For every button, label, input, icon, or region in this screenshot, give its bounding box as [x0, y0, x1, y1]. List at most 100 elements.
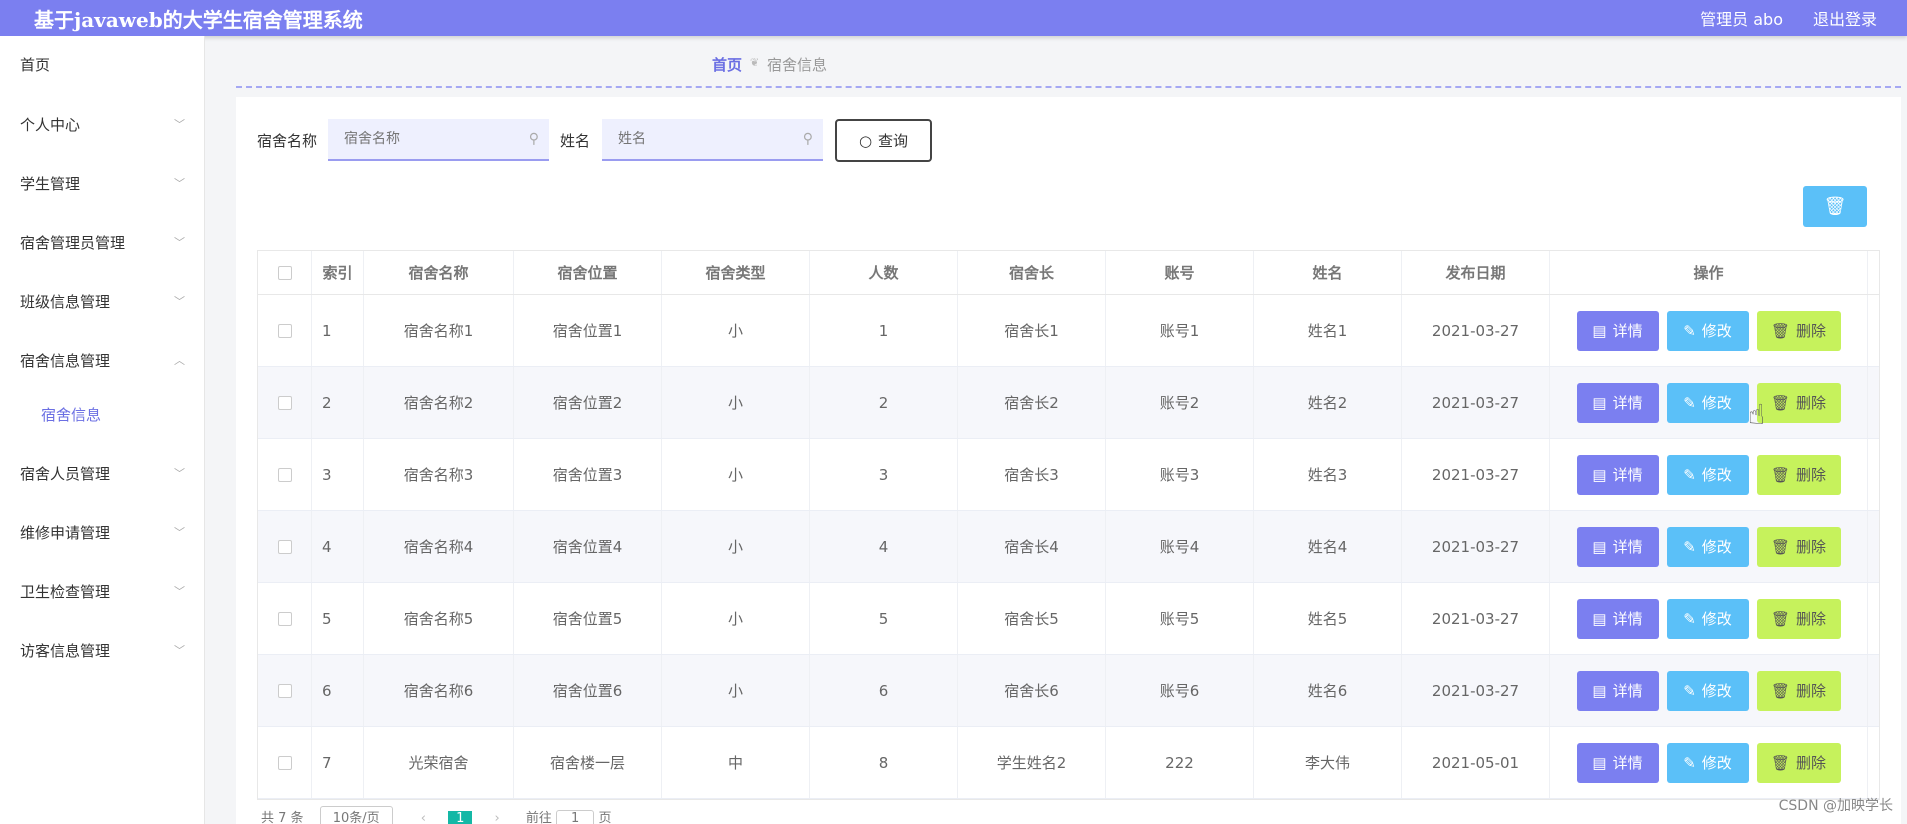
cell-index: 7: [312, 727, 364, 798]
document-icon: ▤: [1592, 754, 1607, 772]
row-select-cell: [258, 655, 312, 726]
sidebar-item-visitors[interactable]: 访客信息管理 ﹀: [20, 640, 185, 664]
delete-button[interactable]: 🗑 删除: [1756, 454, 1841, 495]
next-page-icon[interactable]: ›: [495, 811, 500, 824]
cell-actions: ▤ 详情 ✎ 修改 🗑 删除: [1550, 367, 1868, 438]
sidebar-item-classes[interactable]: 班级信息管理 ﹀: [20, 291, 185, 315]
row-checkbox[interactable]: [277, 395, 292, 410]
chevron-down-icon: ﹀: [174, 526, 185, 539]
detail-button[interactable]: ▤ 详情: [1576, 598, 1659, 639]
cell-index: 2: [312, 367, 364, 438]
goto-input[interactable]: 1: [556, 810, 595, 824]
cell-dorm-location: 宿舍位置6: [514, 655, 662, 726]
select-all-checkbox[interactable]: [277, 265, 292, 280]
detail-button[interactable]: ▤ 详情: [1576, 382, 1659, 423]
logout-link[interactable]: 退出登录: [1813, 6, 1877, 30]
delete-button[interactable]: 🗑 删除: [1756, 670, 1841, 711]
detail-button[interactable]: ▤ 详情: [1576, 526, 1659, 567]
table-row: 3 宿舍名称3 宿舍位置3 小 3 宿舍长3 账号3 姓名3 2021-03-27 ▤ 详情 ✎ 修改 🗑…: [258, 439, 1879, 511]
document-icon: ▤: [1592, 466, 1607, 484]
cell-person: 姓名3: [1254, 439, 1402, 510]
delete-button[interactable]: 🗑 删除: [1756, 382, 1841, 423]
cell-dorm-location: 宿舍位置5: [514, 583, 662, 654]
edit-button-label: 修改: [1701, 539, 1732, 556]
delete-button[interactable]: 🗑 删除: [1756, 526, 1841, 567]
row-checkbox[interactable]: [277, 611, 292, 626]
hand-cursor-icon: ☝: [1748, 398, 1766, 431]
cell-date: 2021-05-01: [1402, 727, 1550, 798]
delete-button-label: 删除: [1796, 467, 1827, 484]
row-checkbox[interactable]: [277, 467, 292, 482]
edit-button[interactable]: ✎ 修改: [1666, 670, 1749, 711]
page-size-select[interactable]: 10条/页: [319, 806, 393, 824]
trash-icon: 🗑: [1770, 682, 1791, 700]
table-body: 1 宿舍名称1 宿舍位置1 小 1 宿舍长1 账号1 姓名1 2021-03-27 ▤ 详情 ✎ 修改 🗑…: [258, 295, 1879, 799]
cell-dorm-type: 小: [662, 295, 810, 366]
detail-button-label: 详情: [1612, 539, 1643, 556]
detail-button[interactable]: ▤ 详情: [1576, 742, 1659, 783]
trash-icon: 🗑: [1770, 754, 1791, 772]
prev-page-icon[interactable]: ‹: [421, 811, 426, 824]
cell-account: 账号3: [1106, 439, 1254, 510]
row-checkbox[interactable]: [277, 323, 292, 338]
row-select-cell: [258, 439, 312, 510]
content-panel: 宿舍名称 ⚲ 姓名 ⚲ ○ 查询 🗑 索引 宿舍名称 宿舍位置 宿舍类型 人数 …: [236, 97, 1901, 824]
sidebar-item-repairs[interactable]: 维修申请管理 ﹀: [20, 522, 185, 546]
search-name-input[interactable]: [328, 119, 549, 159]
batch-delete-button[interactable]: 🗑: [1803, 186, 1867, 227]
pencil-icon: ✎: [1683, 466, 1696, 484]
cell-count: 5: [810, 583, 958, 654]
cell-person: 姓名2: [1254, 367, 1402, 438]
cell-leader: 学生姓名2: [958, 727, 1106, 798]
current-user: 管理员 abo: [1700, 10, 1783, 29]
cell-leader: 宿舍长3: [958, 439, 1106, 510]
pencil-icon: ✎: [1683, 754, 1696, 772]
col-header: 账号: [1106, 251, 1254, 294]
cell-actions: ▤ 详情 ✎ 修改 🗑 删除: [1550, 655, 1868, 726]
goto-label: 前往: [525, 811, 552, 824]
search-person-input[interactable]: [602, 119, 823, 159]
sidebar-item-dorm-info[interactable]: 宿舍信息管理 ︿: [20, 350, 185, 374]
submenu-item-dorm-info[interactable]: 宿舍信息: [41, 404, 101, 425]
page-number-current[interactable]: 1: [448, 811, 473, 824]
edit-button[interactable]: ✎ 修改: [1666, 526, 1749, 567]
breadcrumb-home[interactable]: 首页: [712, 54, 742, 75]
cell-dorm-name: 宿舍名称5: [364, 583, 514, 654]
col-header: 人数: [810, 251, 958, 294]
sidebar-item-label: 个人中心: [20, 116, 81, 134]
edit-button[interactable]: ✎ 修改: [1666, 742, 1749, 783]
table-row: 7 光荣宿舍 宿舍楼一层中 8 学生姓名2 222 李大伟 2021-05-01 ▤ 详情 ✎ 修改 🗑…: [258, 727, 1879, 799]
detail-button[interactable]: ▤ 详情: [1576, 670, 1659, 711]
cell-dorm-location: 宿舍位置2: [514, 367, 662, 438]
edit-button[interactable]: ✎ 修改: [1666, 310, 1749, 351]
row-select-cell: [258, 727, 312, 798]
cell-count: 2: [810, 367, 958, 438]
cell-account: 账号2: [1106, 367, 1254, 438]
sidebar-item-hygiene[interactable]: 卫生检查管理 ﹀: [20, 581, 185, 605]
pencil-icon: ✎: [1683, 682, 1696, 700]
cell-account: 222: [1106, 727, 1254, 798]
edit-button[interactable]: ✎ 修改: [1666, 454, 1749, 495]
detail-button[interactable]: ▤ 详情: [1576, 310, 1659, 351]
row-checkbox[interactable]: [277, 755, 292, 770]
cell-person: 姓名1: [1254, 295, 1402, 366]
table-row: 5 宿舍名称5 宿舍位置5 小 5 宿舍长5 账号5 姓名5 2021-03-27 ▤ 详情 ✎ 修改 🗑…: [258, 583, 1879, 655]
delete-button[interactable]: 🗑 删除: [1756, 310, 1841, 351]
sidebar-item-home[interactable]: 首页: [20, 54, 185, 78]
detail-button-label: 详情: [1612, 611, 1643, 628]
sidebar-item-dorm-members[interactable]: 宿舍人员管理 ﹀: [20, 463, 185, 487]
edit-button[interactable]: ✎ 修改: [1666, 598, 1749, 639]
cell-actions: ▤ 详情 ✎ 修改 🗑 删除: [1550, 727, 1868, 798]
sidebar-item-personal-center[interactable]: 个人中心 ﹀: [20, 114, 185, 138]
edit-button[interactable]: ✎ 修改: [1666, 382, 1749, 423]
sidebar-item-students[interactable]: 学生管理 ﹀: [20, 173, 185, 197]
row-select-cell: [258, 583, 312, 654]
sidebar-item-dorm-admins[interactable]: 宿舍管理员管理 ﹀: [20, 232, 185, 256]
cell-index: 6: [312, 655, 364, 726]
query-button[interactable]: ○ 查询: [835, 119, 932, 162]
delete-button[interactable]: 🗑 删除: [1756, 742, 1841, 783]
detail-button[interactable]: ▤ 详情: [1576, 454, 1659, 495]
row-checkbox[interactable]: [277, 539, 292, 554]
row-checkbox[interactable]: [277, 683, 292, 698]
delete-button[interactable]: 🗑 删除: [1756, 598, 1841, 639]
